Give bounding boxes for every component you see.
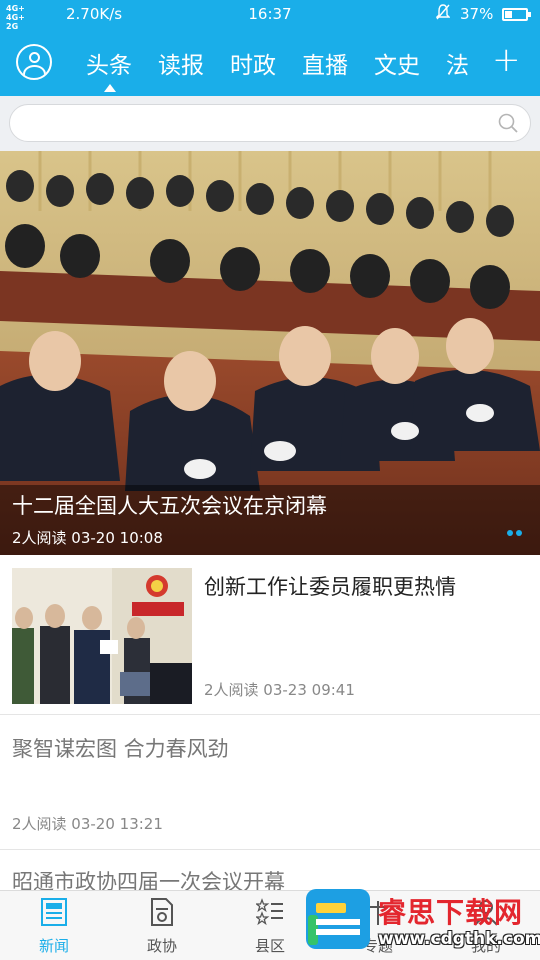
add-channel-button[interactable]: + <box>492 42 521 78</box>
search-icon[interactable] <box>498 113 518 133</box>
document-icon <box>151 898 173 926</box>
tab-politics[interactable]: 时政 <box>230 46 276 80</box>
site-watermark: 睿思下载网 www.cdgthk.com <box>300 885 540 960</box>
news-thumbnail <box>12 568 192 704</box>
channel-tabs: 头条 读报 时政 直播 文史 法 <box>74 30 484 96</box>
tab-live[interactable]: 直播 <box>302 46 348 80</box>
featured-banner[interactable]: 十二届全国人大五次会议在京闭幕 2人阅读 03-20 10:08 <box>0 151 540 555</box>
nav-label: 政协 <box>146 937 177 955</box>
news-meta: 2人阅读 03-20 13:21 <box>12 815 163 833</box>
search-input[interactable] <box>9 104 531 142</box>
user-avatar-icon[interactable] <box>16 44 52 80</box>
newspaper-icon <box>41 898 67 926</box>
list-item[interactable]: 聚智谋宏图 合力春风劲 2人阅读 03-20 13:21 <box>0 715 540 850</box>
nav-news[interactable]: 新闻 <box>0 891 108 960</box>
nav-label: 新闻 <box>38 937 69 955</box>
watermark-logo <box>306 889 370 949</box>
active-tab-indicator <box>104 84 116 92</box>
carousel-indicator <box>504 521 522 540</box>
nav-cppcc[interactable]: 政协 <box>108 891 216 960</box>
list-item[interactable]: 创新工作让委员履职更热情 2人阅读 03-23 09:41 <box>0 555 540 715</box>
news-title[interactable]: 聚智谋宏图 合力春风劲 <box>12 733 229 763</box>
news-title[interactable]: 创新工作让委员履职更热情 <box>204 571 456 601</box>
watermark-url: www.cdgthk.com <box>378 929 540 949</box>
list-item[interactable]: 昭通市政协四届一次会议开幕 <box>0 850 540 894</box>
battery-icon <box>502 8 531 21</box>
app-header: 头条 读报 时政 直播 文史 法 + <box>0 30 540 96</box>
search-area <box>0 96 540 151</box>
tab-culture-history[interactable]: 文史 <box>374 46 420 80</box>
carousel-dot[interactable] <box>516 530 522 536</box>
news-meta: 2人阅读 03-23 09:41 <box>204 681 355 699</box>
status-bar: 4G+ 4G+ 2G 2.70K/s 16:37 37% <box>0 0 540 31</box>
banner-title[interactable]: 十二届全国人大五次会议在京闭幕 <box>12 490 327 520</box>
banner-meta: 2人阅读 03-20 10:08 <box>12 529 163 547</box>
clock: 16:37 <box>248 5 292 23</box>
muted-bell-icon <box>435 4 451 24</box>
tab-law[interactable]: 法 <box>446 46 469 80</box>
star-list-icon <box>256 898 283 926</box>
tab-newspaper[interactable]: 读报 <box>158 46 204 80</box>
battery-percent: 37% <box>460 5 494 23</box>
tab-headlines[interactable]: 头条 <box>86 46 132 80</box>
carousel-dot[interactable] <box>507 530 513 536</box>
watermark-name: 睿思下载网 <box>378 896 524 929</box>
